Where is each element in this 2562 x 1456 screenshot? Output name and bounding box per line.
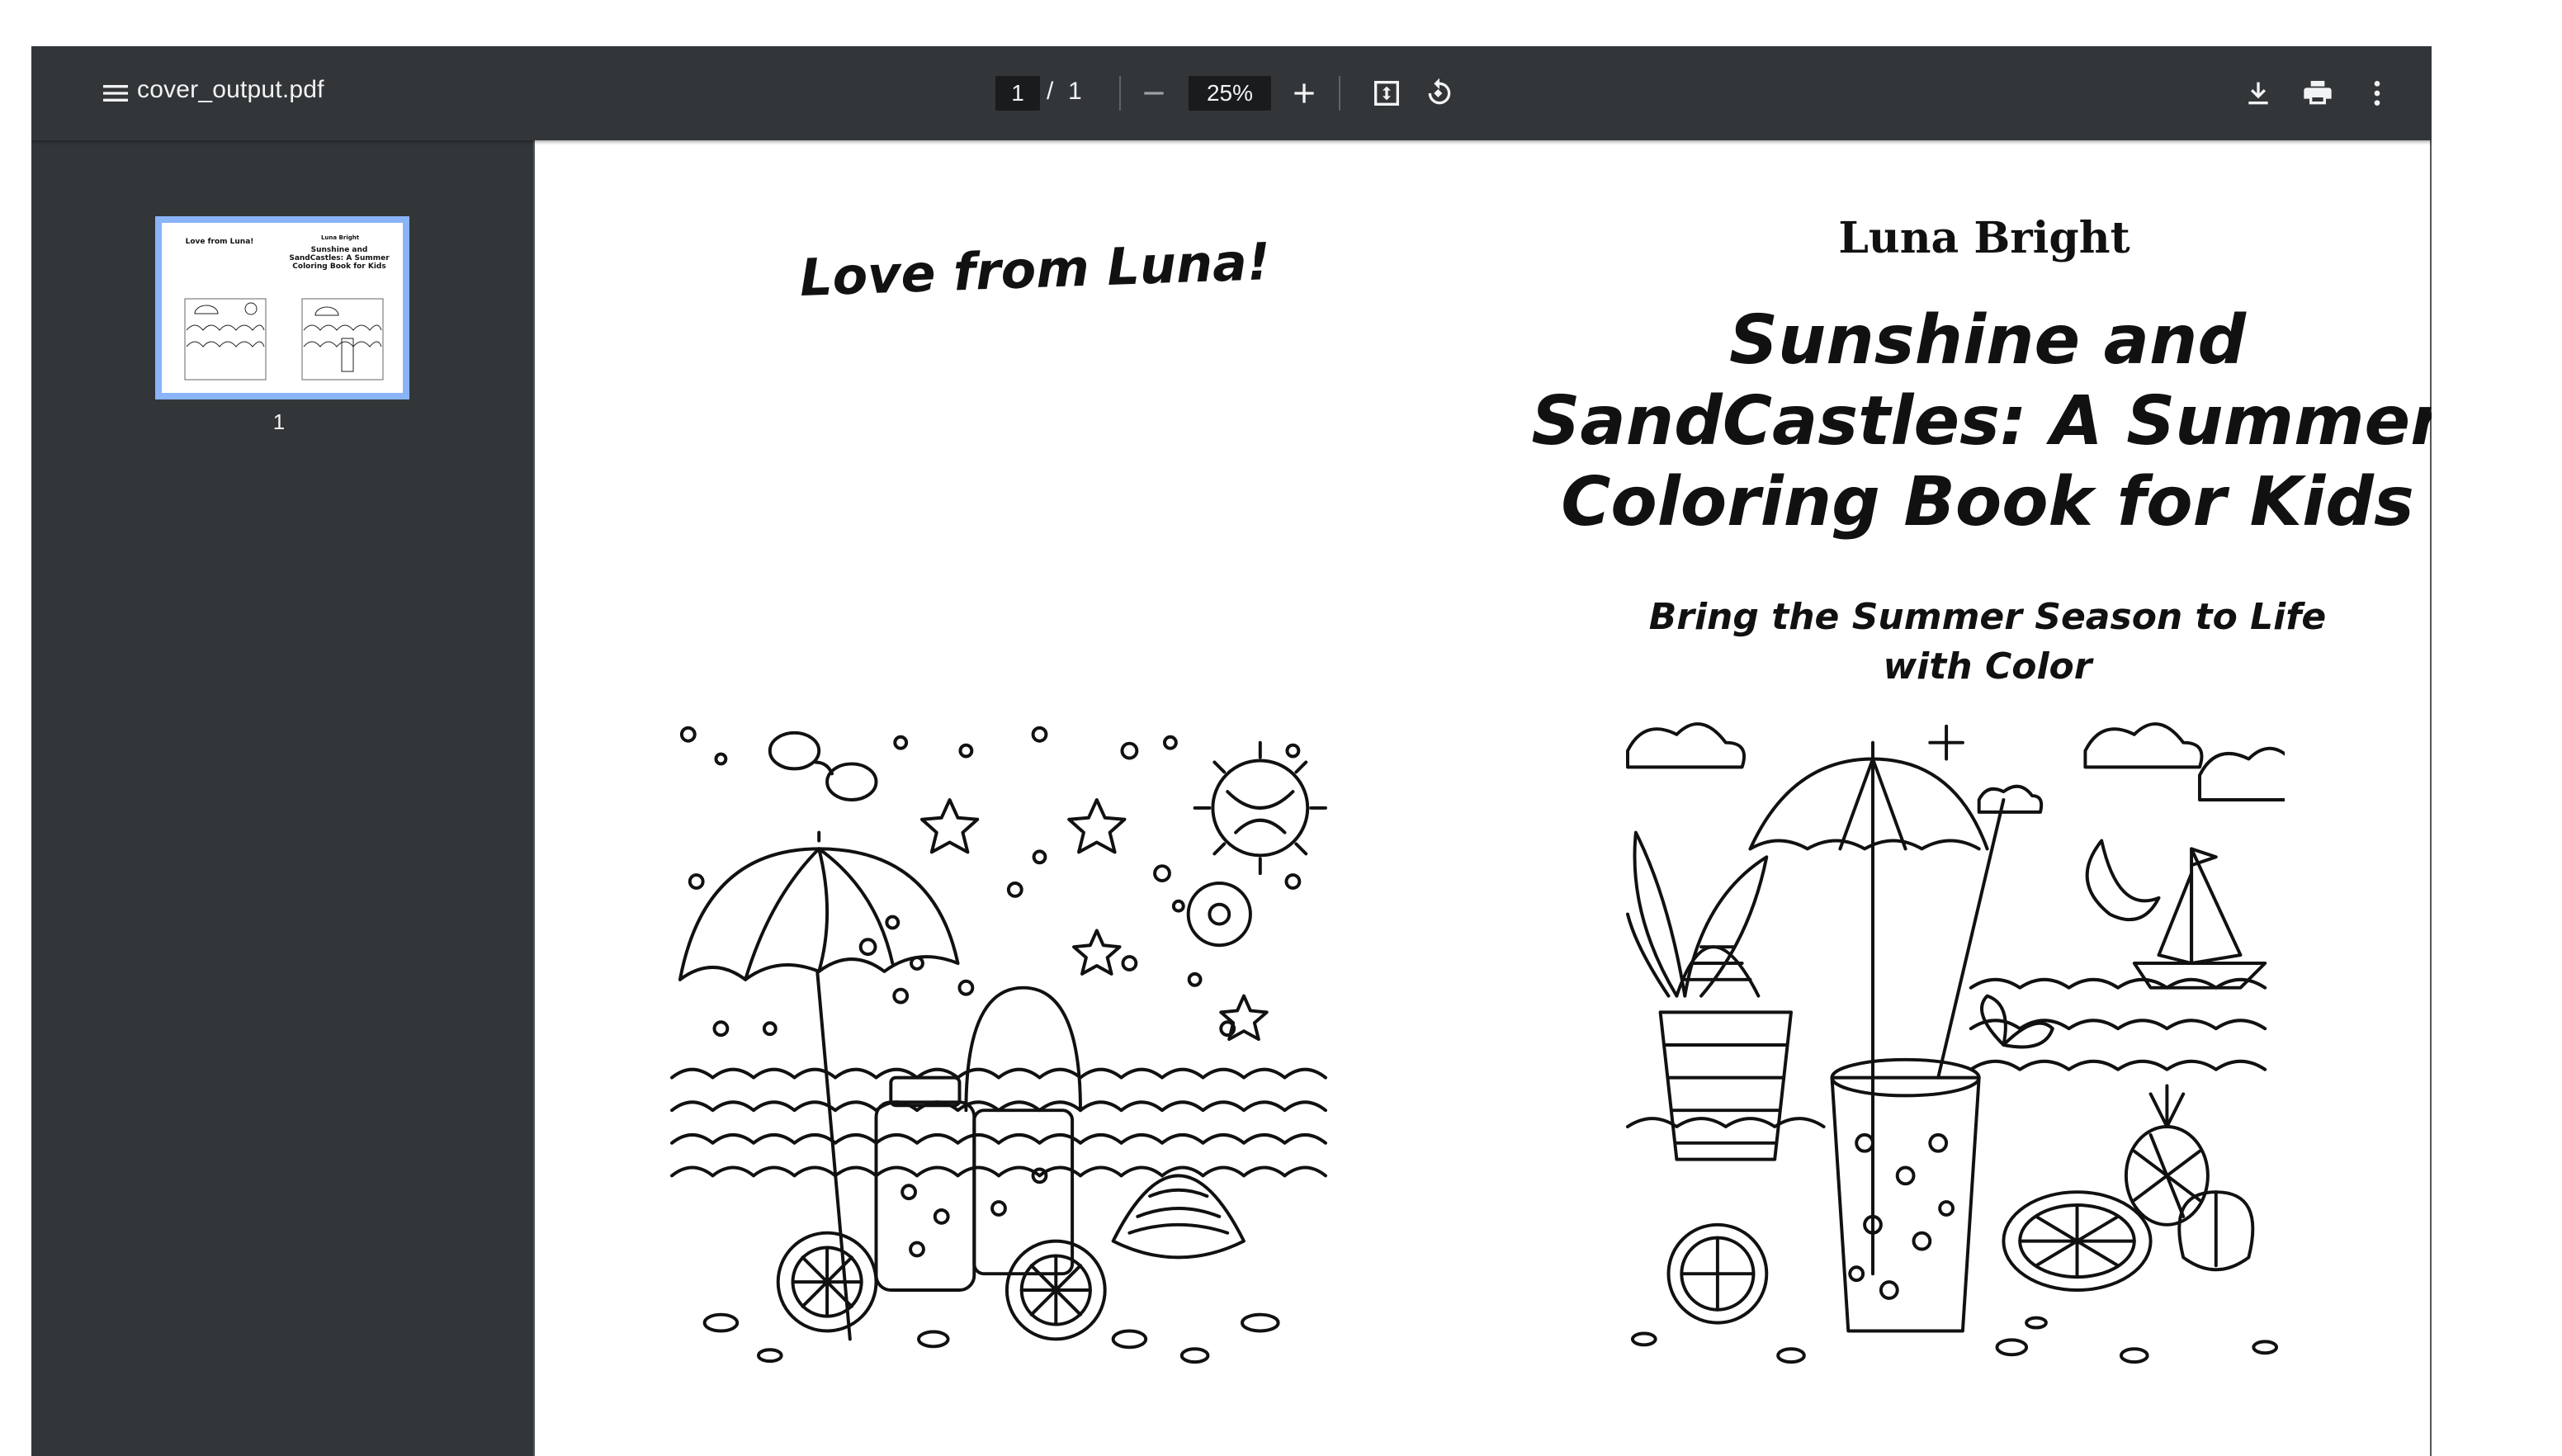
document-title: cover_output.pdf — [137, 76, 324, 103]
pdf-toolbar: cover_output.pdf 1 / 1 25% — [31, 46, 2432, 140]
zoom-out-button[interactable] — [1127, 67, 1180, 120]
print-icon — [2304, 81, 2332, 105]
thumbnail-sidebar: Love from Luna! Luna Bright Sunshine and… — [31, 140, 533, 1456]
download-button[interactable] — [2232, 67, 2285, 120]
tropical-drinks-drawing — [1626, 722, 2285, 1364]
print-button[interactable] — [2291, 67, 2344, 120]
pdf-viewer: cover_output.pdf 1 / 1 25% Love from Lun… — [31, 46, 2432, 1456]
menu-button[interactable] — [89, 67, 142, 120]
pdf-page: Love from Luna! Luna Bright Sunshine and… — [535, 140, 2432, 1456]
book-title: Sunshine and SandCastles: A Summer Color… — [1531, 301, 2432, 541]
book-subtitle: Bring the Summer Season to Life with Col… — [1648, 596, 2327, 688]
page-number-input[interactable]: 1 — [995, 76, 1040, 111]
document-view[interactable]: Love from Luna! Luna Bright Sunshine and… — [533, 140, 2432, 1456]
front-cover-illustration — [1624, 718, 2285, 1372]
page-total: 1 — [1068, 78, 1082, 105]
rotate-button[interactable] — [1413, 67, 1466, 120]
thumbnail-page-number: 1 — [272, 409, 286, 434]
zoom-in-icon — [1294, 83, 1314, 103]
page-thumbnail[interactable]: Love from Luna! Luna Bright Sunshine and… — [155, 216, 409, 399]
zoom-in-button[interactable] — [1278, 67, 1331, 120]
zoom-out-icon — [1144, 92, 1164, 95]
more-vert-icon — [2374, 81, 2380, 106]
zoom-input[interactable]: 25% — [1189, 76, 1271, 111]
page-separator: / — [1047, 78, 1054, 105]
toolbar-divider — [1339, 76, 1340, 111]
fit-page-icon — [1374, 81, 1399, 106]
more-options-button[interactable] — [2351, 67, 2404, 120]
thumbnail-art — [184, 298, 384, 381]
download-icon — [2248, 82, 2268, 105]
back-cover-text: Love from Luna! — [798, 231, 1272, 308]
toolbar-divider — [1119, 76, 1121, 111]
rotate-icon — [1428, 78, 1451, 105]
menu-icon — [103, 85, 128, 102]
back-cover-illustration — [667, 718, 1331, 1372]
author-name: Luna Bright — [1838, 213, 2130, 263]
fit-page-button[interactable] — [1360, 67, 1413, 120]
beach-drinks-drawing — [670, 726, 1327, 1364]
